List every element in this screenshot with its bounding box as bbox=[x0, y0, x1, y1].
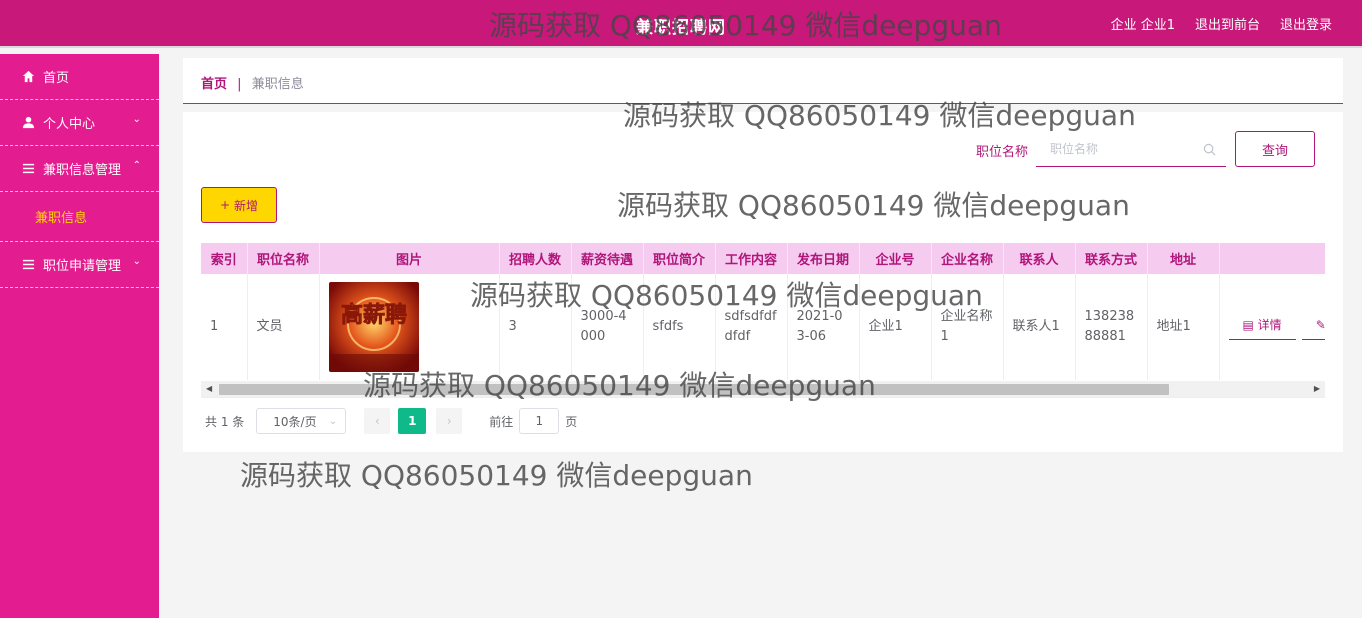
top-bar: 兼职招聘网 企业 企业1 退出到前台 退出登录 bbox=[0, 0, 1362, 48]
cell-recruit-count: 3 bbox=[499, 274, 572, 380]
column-header: 联系方式 bbox=[1075, 243, 1148, 274]
cell-actions: ▤ 详情 ✎ bbox=[1219, 274, 1325, 380]
sidebar-subitem-parttime-info[interactable]: 兼职信息 bbox=[0, 192, 159, 242]
job-image: 高薪聘 bbox=[328, 282, 419, 372]
detail-button[interactable]: ▤ 详情 bbox=[1228, 315, 1296, 340]
pagination-total: 共 1 条 bbox=[205, 414, 245, 429]
cell-content: sdfsdfdfdfdf bbox=[715, 274, 788, 380]
goto-page-input[interactable] bbox=[519, 408, 560, 434]
column-header: 图片 bbox=[319, 243, 500, 274]
chevron-down-icon: ⌄ bbox=[328, 415, 338, 427]
breadcrumb: 首页 | 兼职信息 bbox=[183, 58, 1343, 104]
list-icon bbox=[21, 258, 35, 272]
column-header: 联系人 bbox=[1003, 243, 1076, 274]
column-header: 地址 bbox=[1147, 243, 1220, 274]
column-header-actions bbox=[1219, 243, 1325, 274]
page-unit-label: 页 bbox=[565, 414, 578, 429]
search-input[interactable] bbox=[1036, 133, 1196, 165]
job-image-text: 高薪聘 bbox=[340, 302, 406, 328]
next-page-button[interactable]: › bbox=[436, 408, 463, 434]
list-icon bbox=[21, 162, 35, 176]
detail-button-label: 详情 bbox=[1257, 317, 1282, 332]
goto-label: 前往 bbox=[489, 414, 514, 429]
edit-icon: ✎ bbox=[1315, 317, 1325, 332]
pagination: 共 1 条 10条/页 ⌄ ‹ 1 › 前往 页 bbox=[205, 408, 577, 434]
scrollbar-thumb[interactable] bbox=[219, 384, 1169, 395]
sidebar-item-application-management[interactable]: 职位申请管理 ⌄ bbox=[0, 242, 159, 288]
chevron-down-icon: ⌄ bbox=[132, 256, 141, 267]
column-header: 企业号 bbox=[859, 243, 932, 274]
cell-company-name: 企业名称1 bbox=[931, 274, 1004, 380]
page-size-select[interactable]: 10条/页 ⌄ bbox=[256, 408, 347, 434]
cell-image: 高薪聘 bbox=[319, 274, 500, 380]
column-header: 薪资待遇 bbox=[571, 243, 644, 274]
cell-salary: 3000-4000 bbox=[571, 274, 644, 380]
user-icon bbox=[21, 116, 35, 130]
cell-phone: 13823888881 bbox=[1075, 274, 1148, 380]
plus-icon: + bbox=[219, 198, 231, 212]
column-header: 发布日期 bbox=[787, 243, 860, 274]
chevron-up-icon: ⌃ bbox=[132, 160, 141, 171]
logout-link[interactable]: 退出登录 bbox=[1280, 14, 1332, 33]
current-user-link[interactable]: 企业 企业1 bbox=[1111, 14, 1175, 33]
cell-intro: sfdfs bbox=[643, 274, 716, 380]
scroll-right-icon[interactable]: ▶ bbox=[1314, 384, 1320, 393]
column-header: 职位名称 bbox=[247, 243, 320, 274]
column-header: 企业名称 bbox=[931, 243, 1004, 274]
site-logo: 兼职招聘网 bbox=[636, 18, 726, 38]
edit-button[interactable]: ✎ bbox=[1301, 315, 1325, 340]
cell-company-no: 企业1 bbox=[859, 274, 932, 380]
cell-position: 文员 bbox=[247, 274, 320, 380]
page-size-value: 10条/页 bbox=[273, 414, 317, 429]
search-label: 职位名称 bbox=[976, 145, 1029, 160]
main-content: 职位名称 查询 + 新增 索引 职位名称 图片 招聘人数 薪资待遇 职位简介 bbox=[183, 112, 1343, 452]
scroll-left-icon[interactable]: ◀ bbox=[206, 384, 212, 393]
column-header: 职位简介 bbox=[643, 243, 716, 274]
watermark-text: 源码获取 QQ86050149 微信deepguan bbox=[240, 459, 753, 492]
sidebar: 首页 个人中心 ⌄ 兼职信息管理 ⌃ 兼职信息 职位申请管理 ⌄ bbox=[0, 54, 159, 618]
add-button-label: 新增 bbox=[234, 198, 259, 213]
query-button[interactable]: 查询 bbox=[1235, 131, 1315, 167]
column-header: 索引 bbox=[201, 243, 248, 274]
sidebar-item-personal-center[interactable]: 个人中心 ⌄ bbox=[0, 100, 159, 146]
prev-page-button[interactable]: ‹ bbox=[364, 408, 391, 434]
table-header-row: 索引 职位名称 图片 招聘人数 薪资待遇 职位简介 工作内容 发布日期 企业号 … bbox=[201, 243, 1325, 274]
breadcrumb-current: 兼职信息 bbox=[251, 77, 304, 92]
exit-to-frontend-link[interactable]: 退出到前台 bbox=[1195, 14, 1260, 33]
breadcrumb-home[interactable]: 首页 bbox=[201, 77, 227, 92]
document-icon: ▤ bbox=[1242, 317, 1254, 332]
sidebar-item-home[interactable]: 首页 bbox=[0, 54, 159, 100]
sidebar-item-label: 职位申请管理 bbox=[43, 259, 122, 274]
sidebar-item-label: 兼职信息管理 bbox=[43, 163, 122, 178]
column-header: 工作内容 bbox=[715, 243, 788, 274]
column-header: 招聘人数 bbox=[499, 243, 572, 274]
cell-contact: 联系人1 bbox=[1003, 274, 1076, 380]
cell-date: 2021-03-06 bbox=[787, 274, 860, 380]
breadcrumb-separator: | bbox=[237, 77, 242, 92]
cell-address: 地址1 bbox=[1147, 274, 1220, 380]
chevron-down-icon: ⌄ bbox=[132, 114, 141, 125]
search-field bbox=[1036, 133, 1226, 167]
add-button[interactable]: + 新增 bbox=[201, 187, 277, 223]
top-links: 企业 企业1 退出到前台 退出登录 bbox=[1111, 14, 1332, 33]
horizontal-scrollbar[interactable]: ◀ ▶ bbox=[201, 381, 1325, 397]
table-row: 1 文员 高薪聘 3 3000-4000 sfdfs sdfsdfdfdfdf … bbox=[201, 274, 1325, 380]
home-icon bbox=[21, 70, 35, 84]
search-icon bbox=[1203, 143, 1216, 160]
data-table: 索引 职位名称 图片 招聘人数 薪资待遇 职位简介 工作内容 发布日期 企业号 … bbox=[201, 243, 1325, 398]
cell-index: 1 bbox=[201, 274, 248, 380]
sidebar-item-label: 个人中心 bbox=[43, 117, 96, 132]
page-number-button[interactable]: 1 bbox=[398, 408, 427, 434]
sidebar-item-parttime-management[interactable]: 兼职信息管理 ⌃ bbox=[0, 146, 159, 192]
sidebar-item-label: 首页 bbox=[43, 71, 70, 86]
